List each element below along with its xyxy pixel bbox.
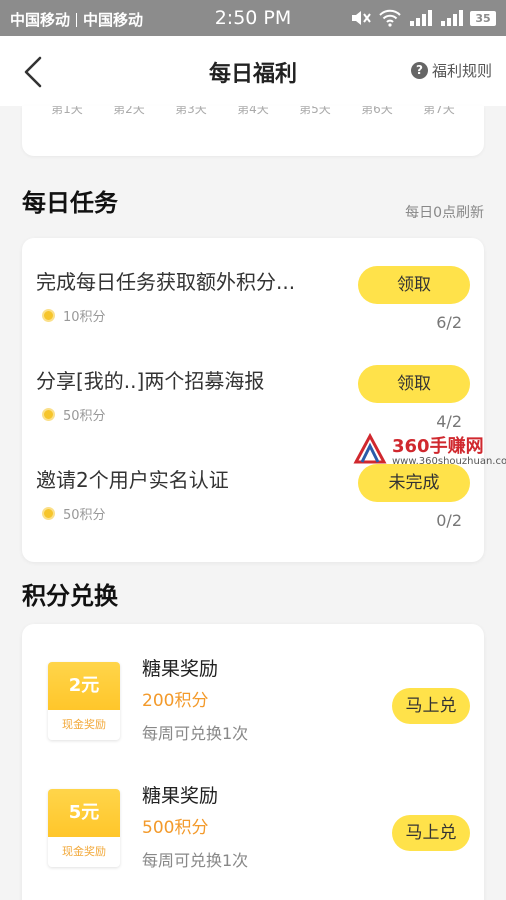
day-label: 第3天 xyxy=(175,106,207,116)
signal-icon-2 xyxy=(441,10,463,26)
coin-icon xyxy=(42,309,55,322)
rules-label: 福利规则 xyxy=(431,62,492,80)
task-points: 50积分 xyxy=(42,504,106,523)
coupon-value: 5元 xyxy=(48,789,120,837)
incomplete-button[interactable]: 未完成 xyxy=(358,464,470,502)
refresh-note: 每日0点刷新 xyxy=(405,205,484,221)
task-progress: 6/2 xyxy=(436,313,462,332)
wifi-icon xyxy=(379,9,401,27)
watermark: 360手赚网 www.360shouzhuan.com xyxy=(352,432,506,468)
task-progress: 0/2 xyxy=(436,511,462,530)
day-label: 第6天 xyxy=(361,106,393,116)
reward-item: 2元 现金奖励 糖果奖励 200积分 每周可兑换1次 马上兑 xyxy=(22,624,484,750)
task-points-value: 50积分 xyxy=(63,409,106,424)
daily-tasks-title: 每日任务 xyxy=(22,189,118,217)
reward-cost: 200积分 xyxy=(142,691,209,711)
day-label: 第7天 xyxy=(423,106,455,116)
mute-icon xyxy=(352,11,371,25)
status-icons: 35 xyxy=(350,8,496,28)
reward-limit: 每周可兑换1次 xyxy=(142,724,249,743)
task-item: 完成每日任务获取额外积分... 10积分 领取 6/2 xyxy=(22,238,484,336)
signin-day-row: 第1天 第2天 第3天 第4天 第5天 第6天 第7天 xyxy=(22,106,484,117)
task-title: 分享[我的..]两个招募海报 xyxy=(36,369,265,393)
coin-icon xyxy=(42,507,55,520)
task-progress: 4/2 xyxy=(436,412,462,431)
reward-limit: 每周可兑换1次 xyxy=(142,851,249,870)
claim-button[interactable]: 领取 xyxy=(358,266,470,304)
coin-icon xyxy=(42,408,55,421)
coupon-value: 2元 xyxy=(48,662,120,710)
watermark-url: www.360shouzhuan.com xyxy=(392,456,506,467)
status-bar: 中国移动 中国移动 2:50 PM 35 xyxy=(0,0,506,36)
rules-link[interactable]: ? 福利规则 xyxy=(410,60,492,81)
nav-bar: 每日福利 ? 福利规则 xyxy=(0,36,506,106)
help-icon: ? xyxy=(410,62,428,79)
redeem-button[interactable]: 马上兑 xyxy=(392,688,470,724)
cash-coupon: 2元 现金奖励 xyxy=(48,662,120,740)
day-label: 第5天 xyxy=(299,106,331,116)
exchange-card: 2元 现金奖励 糖果奖励 200积分 每周可兑换1次 马上兑 5元 现金奖励 糖… xyxy=(22,624,484,900)
coupon-label: 现金奖励 xyxy=(62,845,106,858)
claim-button[interactable]: 领取 xyxy=(358,365,470,403)
signal-icon-1 xyxy=(410,10,432,26)
task-points-value: 10积分 xyxy=(63,310,106,325)
tasks-card: 完成每日任务获取额外积分... 10积分 领取 6/2 分享[我的..]两个招募… xyxy=(22,238,484,562)
reward-cost: 500积分 xyxy=(142,818,209,838)
task-points-value: 50积分 xyxy=(63,508,106,523)
reward-name: 糖果奖励 xyxy=(142,785,219,807)
watermark-logo-icon xyxy=(353,432,387,464)
watermark-name: 360手赚网 xyxy=(392,436,484,457)
task-title: 完成每日任务获取额外积分... xyxy=(36,270,296,294)
signin-card: 第1天 第2天 第3天 第4天 第5天 第6天 第7天 xyxy=(22,106,484,156)
battery-icon: 35 xyxy=(470,10,496,26)
task-item: 分享[我的..]两个招募海报 50积分 领取 4/2 xyxy=(22,337,484,435)
day-label: 第1天 xyxy=(51,106,83,116)
task-points: 50积分 xyxy=(42,405,106,424)
cash-coupon: 5元 现金奖励 xyxy=(48,789,120,867)
task-points: 10积分 xyxy=(42,306,106,325)
coupon-label: 现金奖励 xyxy=(62,718,106,731)
reward-name: 糖果奖励 xyxy=(142,658,219,680)
task-title: 邀请2个用户实名认证 xyxy=(36,468,229,492)
day-label: 第4天 xyxy=(237,106,269,116)
redeem-button[interactable]: 马上兑 xyxy=(392,815,470,851)
reward-item: 5元 现金奖励 糖果奖励 500积分 每周可兑换1次 马上兑 xyxy=(22,751,484,877)
day-label: 第2天 xyxy=(113,106,145,116)
exchange-title: 积分兑换 xyxy=(22,582,118,610)
